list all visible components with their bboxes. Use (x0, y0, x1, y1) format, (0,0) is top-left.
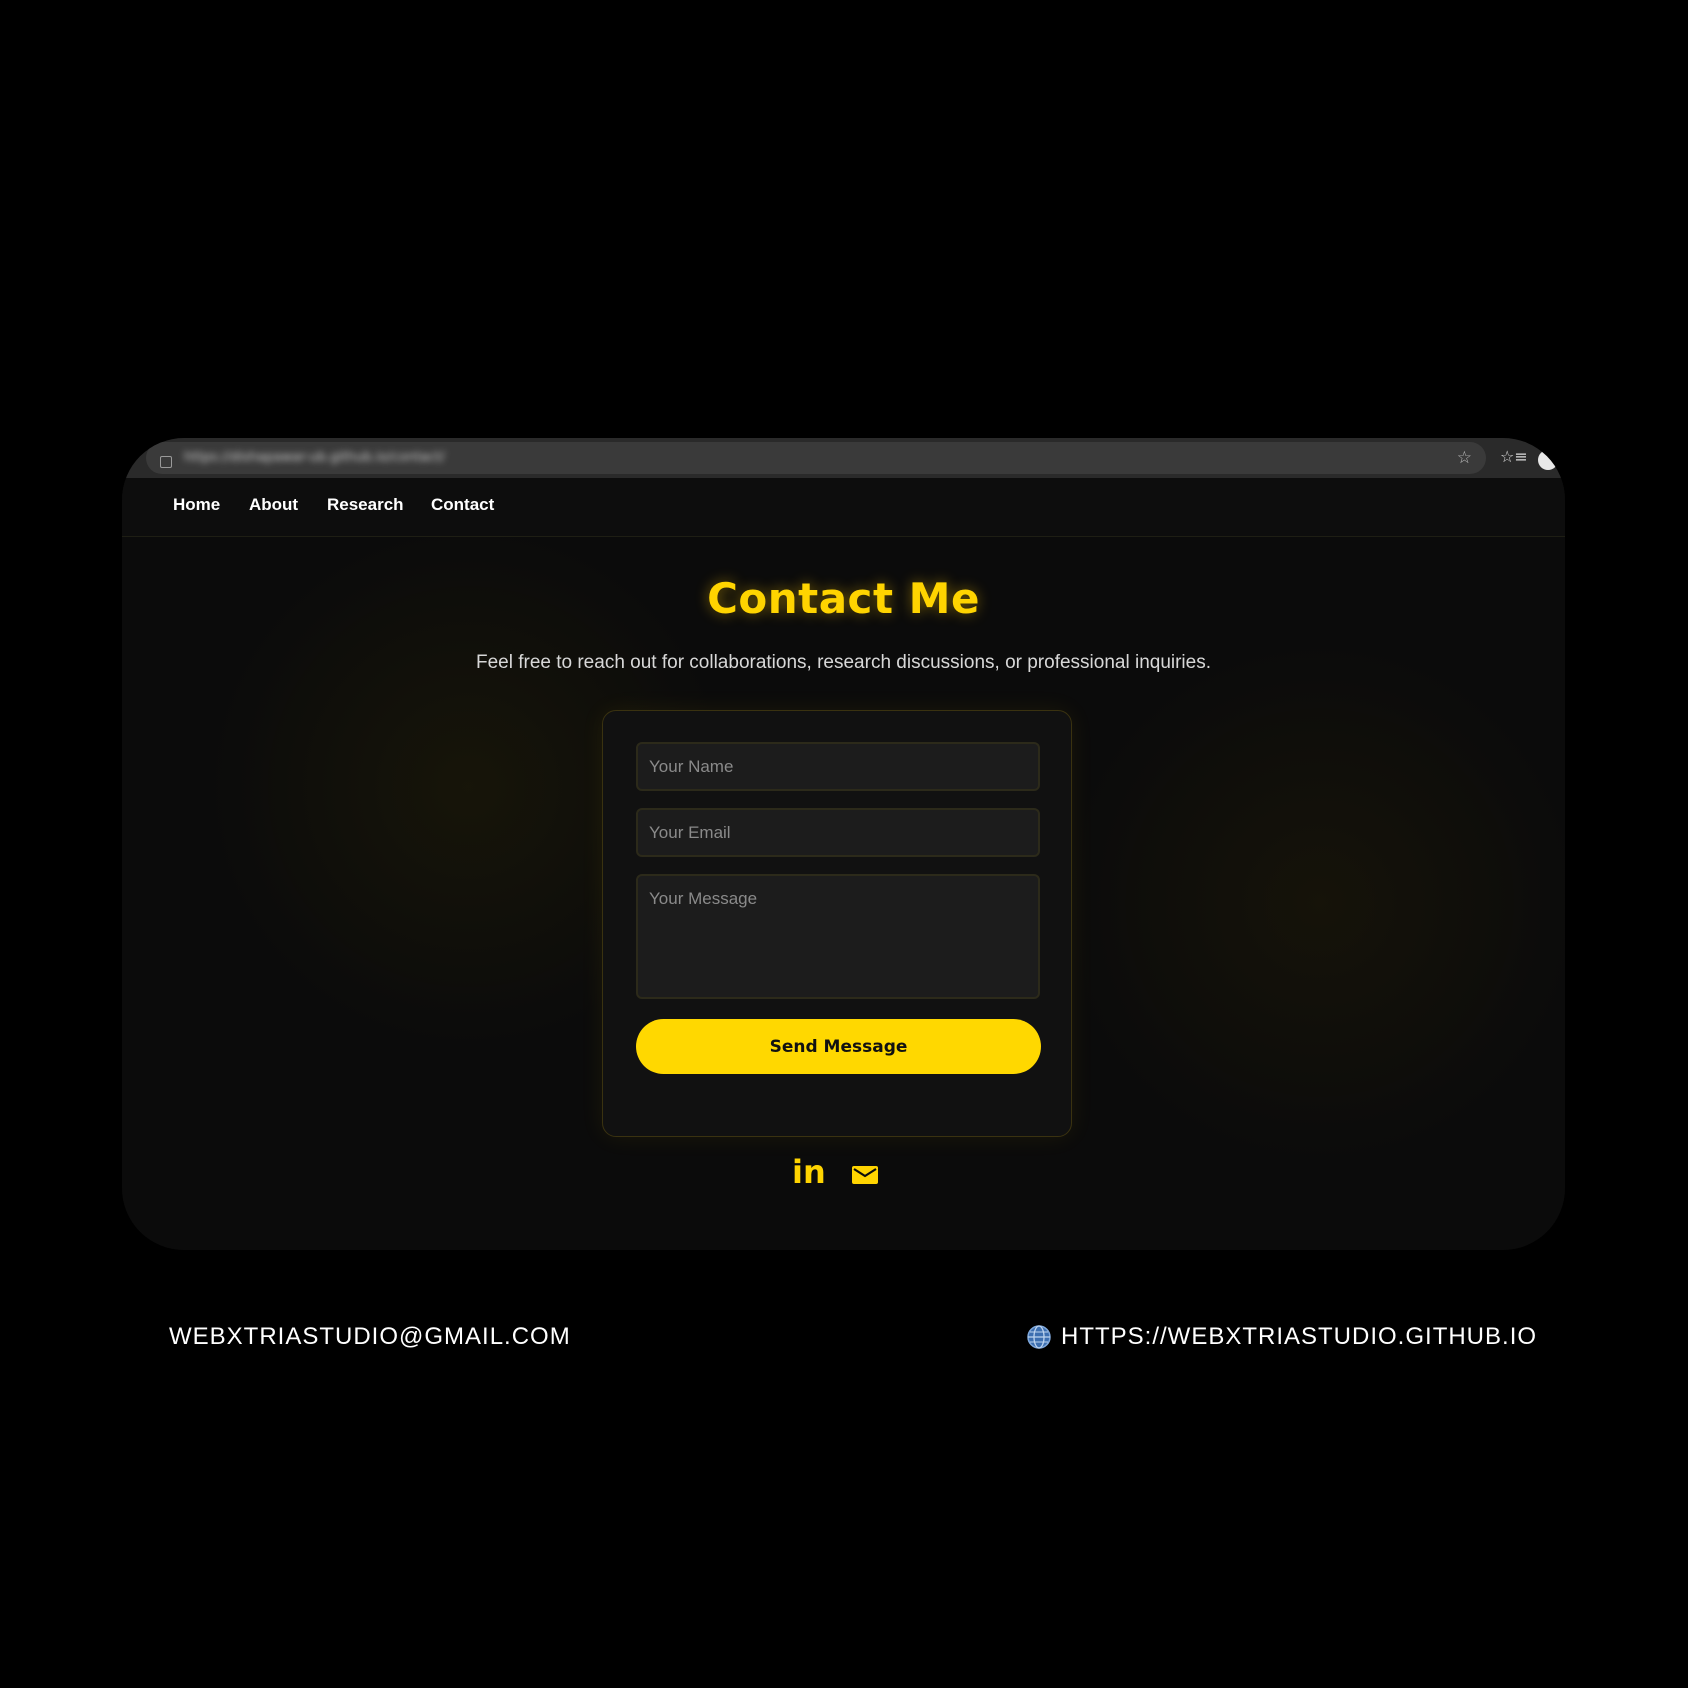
profile-icon[interactable] (1538, 450, 1558, 470)
footer-website: HTTPS://WEBXTRIASTUDIO.GITHUB.IO (1061, 1323, 1538, 1350)
favorites-list-icon[interactable]: ☆≡ (1500, 446, 1528, 468)
page-subtitle: Feel free to reach out for collaboration… (475, 652, 1212, 673)
page-title: Contact Me (707, 574, 980, 623)
contact-page: Home About Research Contact Contact Me F… (122, 478, 1565, 1250)
footer-email: WEBXTRIASTUDIO@GMAIL.COM (169, 1323, 571, 1350)
star-icon[interactable]: ☆ (1457, 447, 1472, 469)
nav-item-about[interactable]: About (249, 495, 298, 515)
message-textarea[interactable] (636, 874, 1040, 999)
url-text[interactable]: https://dishapawar-ub.github.io/contact/ (184, 450, 445, 465)
canvas: https://dishapawar-ub.github.io/contact/… (0, 0, 1688, 1688)
address-bar[interactable]: https://dishapawar-ub.github.io/contact/… (146, 442, 1486, 474)
linkedin-icon[interactable]: in (792, 1154, 826, 1190)
globe-icon (1027, 1325, 1051, 1349)
nav-item-home[interactable]: Home (173, 495, 220, 515)
page-icon (160, 456, 172, 468)
nav-item-contact[interactable]: Contact (431, 495, 494, 515)
send-message-button[interactable]: Send Message (636, 1019, 1041, 1074)
browser-toolbar: https://dishapawar-ub.github.io/contact/… (122, 438, 1565, 478)
mail-icon[interactable] (852, 1166, 878, 1184)
nav-item-research[interactable]: Research (327, 495, 404, 515)
name-input[interactable] (636, 742, 1040, 791)
contact-form: Send Message (602, 710, 1072, 1137)
browser-window: https://dishapawar-ub.github.io/contact/… (122, 438, 1565, 1250)
email-input[interactable] (636, 808, 1040, 857)
navbar: Home About Research Contact (122, 478, 1565, 537)
